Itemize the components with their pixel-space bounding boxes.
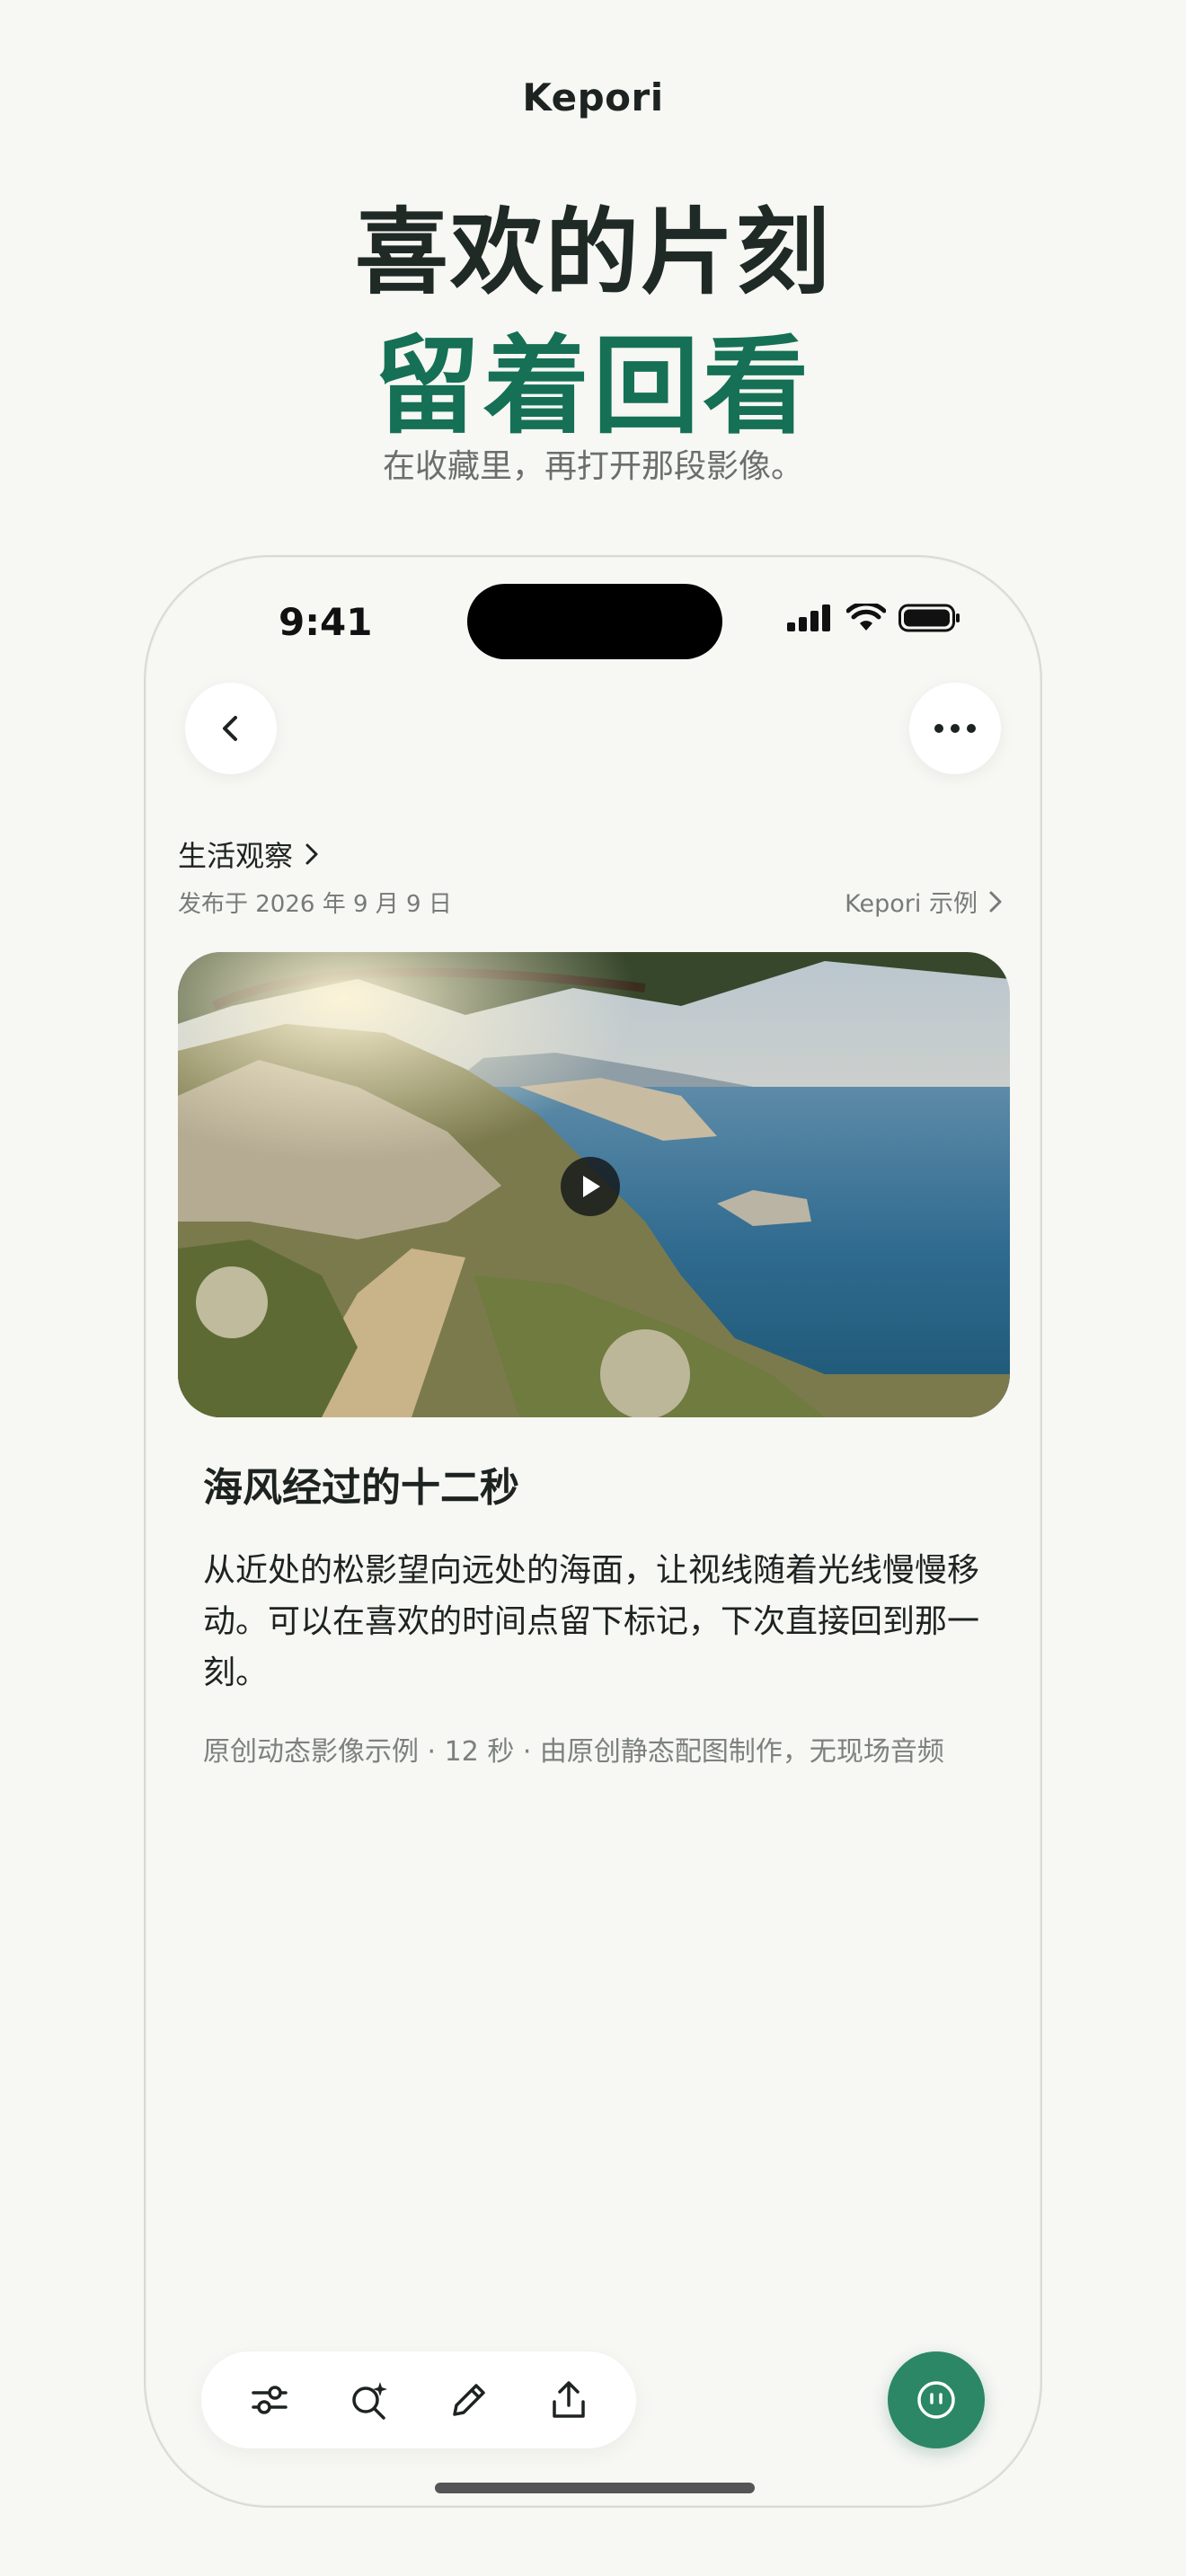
edit-pencil-icon (452, 2384, 485, 2416)
category-label: 生活观察 (178, 839, 294, 873)
bottom-toolbar (201, 2351, 636, 2448)
more-options-button[interactable] (909, 683, 1001, 774)
media-caption: 原创动态影像示例 · 12 秒 · 由原创静态配图制作，无现场音频 (203, 1736, 944, 1768)
source-label: Kepori 示例 (845, 890, 978, 918)
category-link[interactable]: 生活观察 (178, 834, 322, 875)
chevron-left-icon (223, 716, 237, 741)
play-button[interactable] (561, 1157, 620, 1216)
edit-button[interactable] (438, 2369, 500, 2431)
battery-icon (898, 604, 960, 632)
ai-search-icon (351, 2382, 387, 2420)
chevron-right-icon (305, 843, 318, 865)
assistant-icon (917, 2381, 955, 2419)
play-icon (583, 1176, 600, 1197)
cellular-signal-icon (787, 604, 830, 631)
back-button[interactable] (185, 683, 277, 774)
status-time: 9:41 (279, 600, 373, 644)
more-horizontal-icon (934, 724, 976, 733)
source-link[interactable]: Kepori 示例 (845, 884, 1005, 919)
video-thumbnail[interactable] (178, 952, 1010, 1417)
hero-headline-line1: 喜欢的片刻 (354, 198, 831, 307)
dynamic-island (467, 584, 722, 659)
phone-frame: 9:41 生活观察 发布于 2026 年 9 月 9 日 Kepori 示例 海… (144, 555, 1042, 2508)
share-upload-icon (552, 2381, 585, 2418)
ai-search-button[interactable] (338, 2369, 401, 2431)
adjust-button[interactable] (238, 2369, 301, 2431)
hero-headline-line2: 留着回看 (373, 324, 812, 448)
assistant-button[interactable] (888, 2351, 985, 2448)
article-body: 从近处的松影望向远处的海面，让视线随着光线慢慢移动。可以在喜欢的时间点留下标记，… (203, 1552, 980, 1691)
status-icons (787, 604, 961, 632)
share-button[interactable] (537, 2369, 600, 2431)
chevron-right-icon (989, 891, 1002, 912)
published-date: 发布于 2026 年 9 月 9 日 (178, 891, 452, 918)
article-title: 海风经过的十二秒 (203, 1465, 519, 1511)
app-brand: Kepori (522, 75, 664, 119)
hero-subtitle: 在收藏里，再打开那段影像。 (382, 448, 803, 485)
wifi-icon (846, 604, 886, 631)
sliders-icon (251, 2386, 288, 2414)
home-indicator[interactable] (435, 2483, 755, 2493)
